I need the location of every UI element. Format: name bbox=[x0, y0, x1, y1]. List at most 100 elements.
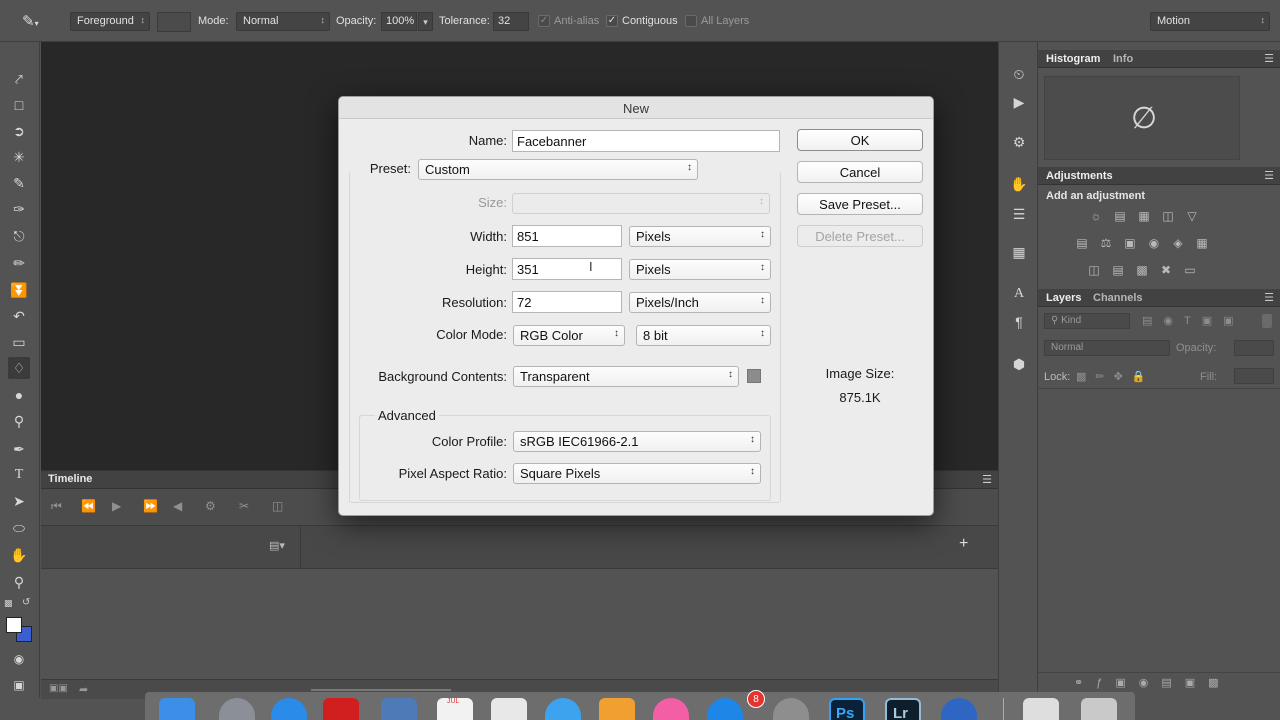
invert-icon[interactable]: ◫ bbox=[1086, 263, 1102, 277]
history-brush-tool-icon[interactable]: ↶ bbox=[8, 305, 30, 327]
system-preferences-app-icon[interactable] bbox=[773, 698, 809, 720]
app-store-app-icon[interactable] bbox=[707, 698, 743, 720]
timeline-panel-menu-icon[interactable]: ☰ bbox=[982, 473, 992, 486]
hue-saturation-icon[interactable]: ▤ bbox=[1074, 236, 1090, 250]
black-white-icon[interactable]: ▣ bbox=[1122, 236, 1138, 250]
3d-icon[interactable]: ⬢ bbox=[1009, 354, 1029, 374]
launchpad-app-icon[interactable] bbox=[219, 698, 255, 720]
clone-stamp-tool-icon[interactable]: ⏬ bbox=[8, 279, 30, 301]
resolution-unit-dropdown[interactable]: Pixels/Inch bbox=[629, 292, 771, 313]
split-scissors-icon[interactable]: ✂ bbox=[239, 499, 249, 513]
width-unit-dropdown[interactable]: Pixels bbox=[629, 226, 771, 247]
height-field[interactable]: 351 I bbox=[512, 258, 622, 280]
layer-filter-icons[interactable]: ▤◉T▣▣ bbox=[1142, 314, 1245, 327]
dodge-tool-icon[interactable]: ⚲ bbox=[8, 410, 30, 432]
ibooks-app-icon[interactable] bbox=[599, 698, 635, 720]
downloads-stack-icon[interactable] bbox=[1023, 698, 1059, 720]
eraser-tool-icon[interactable]: ▭ bbox=[8, 331, 30, 353]
pen-tool-icon[interactable]: ✒ bbox=[8, 438, 30, 460]
color-balance-icon[interactable]: ⚖ bbox=[1098, 236, 1114, 250]
fill-input[interactable] bbox=[1234, 368, 1274, 384]
browser-app-icon[interactable] bbox=[941, 698, 977, 720]
photoshop-app-icon[interactable]: Ps bbox=[829, 698, 865, 720]
curves-icon[interactable]: ▦ bbox=[1136, 209, 1152, 223]
history-icon[interactable]: ⏲ bbox=[1009, 64, 1029, 84]
zoom-slider[interactable] bbox=[311, 689, 451, 691]
bit-depth-dropdown[interactable]: 8 bit bbox=[636, 325, 771, 346]
quick-selection-tool-icon[interactable]: ✳ bbox=[8, 146, 30, 168]
opacity-input[interactable]: 100% bbox=[381, 12, 417, 31]
trash-icon[interactable] bbox=[1081, 698, 1117, 720]
levels-icon[interactable]: ▤ bbox=[1112, 209, 1128, 223]
previous-frame-icon[interactable]: ⏪ bbox=[81, 499, 96, 513]
audio-icon[interactable]: ◀ bbox=[173, 499, 182, 513]
filezilla-app-icon[interactable] bbox=[323, 698, 359, 720]
path-selection-tool-icon[interactable]: ➤ bbox=[8, 490, 30, 512]
settings-icon[interactable]: ⚙ bbox=[205, 499, 216, 513]
tab-info[interactable]: Info bbox=[1113, 53, 1133, 65]
color-profile-dropdown[interactable]: sRGB IEC61966-2.1 bbox=[513, 431, 761, 452]
vibrance-icon[interactable]: ▽ bbox=[1184, 209, 1200, 223]
zoom-tool-icon[interactable]: ⚲ bbox=[8, 571, 30, 593]
histogram-menu-icon[interactable]: ☰ bbox=[1264, 52, 1274, 65]
adjustments-menu-icon[interactable]: ☰ bbox=[1264, 169, 1274, 182]
threshold-icon[interactable]: ▩ bbox=[1134, 263, 1150, 277]
screen-mode-icon[interactable]: ▣ bbox=[8, 674, 30, 696]
blur-tool-icon[interactable]: ● bbox=[8, 384, 30, 406]
calendar-app-icon[interactable]: JUL bbox=[437, 698, 473, 720]
lasso-tool-icon[interactable]: ➲ bbox=[8, 120, 30, 142]
convert-icon[interactable]: ➦ bbox=[79, 683, 88, 696]
paint-bucket-tool-preset-icon[interactable]: ✎▾ bbox=[22, 12, 39, 30]
layers-menu-icon[interactable]: ☰ bbox=[1264, 291, 1274, 304]
background-color-swatch[interactable] bbox=[747, 369, 761, 383]
brush-tool-icon[interactable]: ✏ bbox=[8, 252, 30, 274]
pattern-picker[interactable] bbox=[157, 12, 191, 32]
crop-tool-icon[interactable]: ✎ bbox=[8, 172, 30, 194]
tool-presets-icon[interactable]: ▦ bbox=[1009, 242, 1029, 262]
gradient-map-icon[interactable]: ▭ bbox=[1182, 263, 1198, 277]
notes-app-icon[interactable] bbox=[491, 698, 527, 720]
tab-histogram[interactable]: Histogram bbox=[1046, 53, 1100, 65]
channel-mixer-icon[interactable]: ◈ bbox=[1170, 236, 1186, 250]
fill-source-dropdown[interactable]: Foreground bbox=[70, 12, 150, 31]
ok-button[interactable]: OK bbox=[797, 129, 923, 151]
brush-panel-icon[interactable]: ☰ bbox=[1009, 204, 1029, 224]
move-tool-icon[interactable]: ⤤ bbox=[8, 68, 30, 90]
tab-channels[interactable]: Channels bbox=[1093, 292, 1143, 304]
lightroom-app-icon[interactable]: Lr bbox=[885, 698, 921, 720]
contiguous-checkbox[interactable]: ✓ bbox=[606, 15, 618, 27]
workspace-dropdown[interactable]: Motion bbox=[1150, 12, 1270, 31]
posterize-icon[interactable]: ▤ bbox=[1110, 263, 1126, 277]
character-icon[interactable]: A bbox=[1009, 284, 1029, 304]
swap-colors-icon[interactable]: ↺ bbox=[22, 597, 30, 608]
brightness-contrast-icon[interactable]: ☼ bbox=[1088, 209, 1104, 223]
kind-filter-dropdown[interactable]: ⚲ Kind bbox=[1044, 313, 1130, 329]
opacity-slider-toggle[interactable]: ▾ bbox=[418, 12, 433, 31]
exposure-icon[interactable]: ◫ bbox=[1160, 209, 1176, 223]
first-frame-icon[interactable]: ⏮ bbox=[51, 499, 62, 514]
tab-layers[interactable]: Layers bbox=[1046, 292, 1081, 304]
play-icon[interactable]: ▶ bbox=[112, 499, 121, 513]
track-options-icon[interactable]: ▤▾ bbox=[269, 539, 285, 552]
hand-tool-icon[interactable]: ✋ bbox=[8, 544, 30, 566]
pixel-aspect-ratio-dropdown[interactable]: Square Pixels bbox=[513, 463, 761, 484]
height-unit-dropdown[interactable]: Pixels bbox=[629, 259, 771, 280]
default-colors-icon[interactable]: ▩ bbox=[4, 598, 13, 609]
lock-icons[interactable]: ▩✏✥🔒 bbox=[1076, 370, 1155, 383]
photo-filter-icon[interactable]: ◉ bbox=[1146, 236, 1162, 250]
paragraph-icon[interactable]: ¶ bbox=[1009, 312, 1029, 332]
itunes-app-icon[interactable] bbox=[653, 698, 689, 720]
preset-dropdown[interactable]: Custom bbox=[418, 159, 698, 180]
selective-color-icon[interactable]: ✖ bbox=[1158, 263, 1174, 277]
marquee-tool-icon[interactable]: □ bbox=[8, 94, 30, 116]
paint-bucket-tool-icon[interactable]: ♢ bbox=[8, 357, 30, 379]
save-preset-button[interactable]: Save Preset... bbox=[797, 193, 923, 215]
layers-footer-icons[interactable]: ⚭ƒ▣◉▤▣▩ bbox=[1074, 676, 1232, 689]
color-lookup-icon[interactable]: ▦ bbox=[1194, 236, 1210, 250]
background-contents-dropdown[interactable]: Transparent bbox=[513, 366, 739, 387]
properties-icon[interactable]: ⚙ bbox=[1009, 132, 1029, 152]
render-video-icon[interactable]: ▣▣ bbox=[49, 683, 68, 694]
shape-tool-icon[interactable]: ⬭ bbox=[8, 517, 30, 539]
next-frame-icon[interactable]: ⏩ bbox=[143, 499, 158, 513]
width-field[interactable]: 851 bbox=[512, 225, 622, 247]
